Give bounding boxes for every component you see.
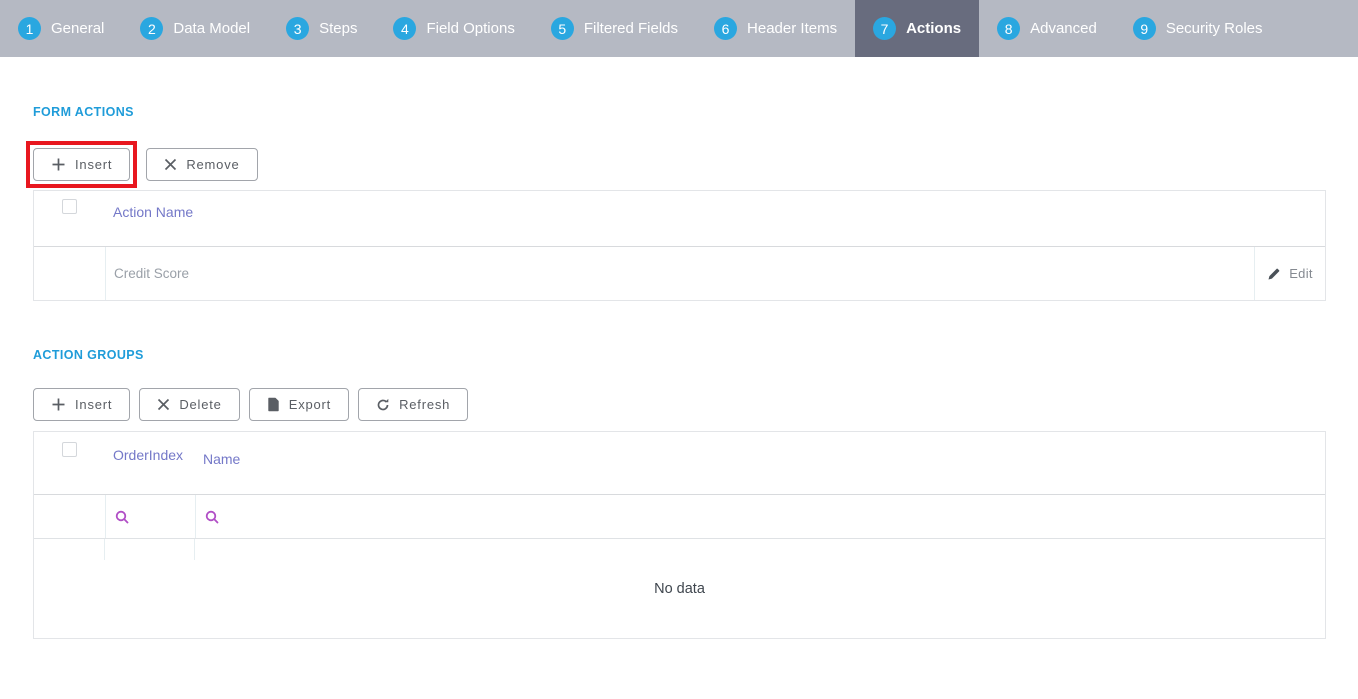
action-groups-export-label: Export (289, 397, 331, 412)
refresh-icon (376, 398, 390, 412)
tab-label: Header Items (747, 20, 837, 37)
header-checkbox-cell (34, 432, 105, 494)
action-groups-heading: ACTION GROUPS (33, 348, 1326, 362)
table-row[interactable]: Credit Score Edit (34, 247, 1325, 300)
tab-label: Actions (906, 20, 961, 37)
action-groups-delete-label: Delete (179, 397, 221, 412)
tab-number-badge: 3 (286, 17, 309, 40)
filter-checkbox-cell (34, 495, 105, 538)
column-header-name[interactable]: Name (195, 432, 240, 494)
action-name-cell: Credit Score (105, 247, 1254, 300)
tab-filtered-fields[interactable]: 5 Filtered Fields (533, 0, 696, 57)
form-actions-table: Action Name Credit Score Edit (33, 190, 1326, 301)
pencil-icon (1267, 267, 1281, 281)
action-groups-refresh-label: Refresh (399, 397, 450, 412)
tab-number-badge: 7 (873, 17, 896, 40)
tab-number-badge: 2 (140, 17, 163, 40)
tab-header-items[interactable]: 6 Header Items (696, 0, 855, 57)
tab-number-badge: 1 (18, 17, 41, 40)
tab-security-roles[interactable]: 9 Security Roles (1115, 0, 1281, 57)
tab-label: Field Options (426, 20, 514, 37)
tab-advanced[interactable]: 8 Advanced (979, 0, 1115, 57)
tab-label: Filtered Fields (584, 20, 678, 37)
tab-steps[interactable]: 3 Steps (268, 0, 375, 57)
actions-panel: FORM ACTIONS Insert Remove Action Name C… (0, 105, 1358, 639)
select-all-checkbox[interactable] (62, 199, 77, 214)
plus-icon (51, 157, 66, 172)
action-groups-refresh-button[interactable]: Refresh (358, 388, 468, 421)
tab-number-badge: 8 (997, 17, 1020, 40)
tab-general[interactable]: 1 General (0, 0, 122, 57)
action-groups-table: OrderIndex Name No data (33, 431, 1326, 639)
select-all-checkbox[interactable] (62, 442, 77, 457)
form-actions-remove-label: Remove (186, 157, 239, 172)
tab-label: Advanced (1030, 20, 1097, 37)
action-groups-table-header: OrderIndex Name (34, 432, 1325, 495)
edit-button-label: Edit (1289, 266, 1313, 281)
tab-actions[interactable]: 7 Actions (855, 0, 979, 57)
form-actions-insert-button[interactable]: Insert (33, 148, 130, 181)
tab-number-badge: 9 (1133, 17, 1156, 40)
annotation-highlight-box: Insert (26, 141, 137, 188)
search-icon (205, 510, 219, 524)
column-divider (104, 539, 105, 560)
action-groups-export-button[interactable]: Export (249, 388, 349, 421)
filter-input-name[interactable] (195, 495, 1325, 538)
filter-row (34, 495, 1325, 539)
column-divider (194, 539, 195, 560)
action-groups-insert-label: Insert (75, 397, 112, 412)
tab-label: General (51, 20, 104, 37)
no-data-message: No data (654, 581, 705, 597)
wizard-tab-bar: 1 General 2 Data Model 3 Steps 4 Field O… (0, 0, 1358, 57)
tab-number-badge: 6 (714, 17, 737, 40)
tab-number-badge: 4 (393, 17, 416, 40)
row-checkbox-cell (34, 247, 105, 300)
form-actions-remove-button[interactable]: Remove (146, 148, 257, 181)
form-actions-toolbar: Insert Remove (33, 141, 1326, 188)
x-icon (157, 398, 170, 411)
form-actions-heading: FORM ACTIONS (33, 105, 1326, 119)
tab-data-model[interactable]: 2 Data Model (122, 0, 268, 57)
search-icon (115, 510, 129, 524)
header-checkbox-cell (34, 191, 105, 246)
form-actions-insert-label: Insert (75, 157, 112, 172)
tab-label: Steps (319, 20, 357, 37)
filter-input-orderindex[interactable] (105, 495, 195, 538)
tab-number-badge: 5 (551, 17, 574, 40)
action-groups-delete-button[interactable]: Delete (139, 388, 239, 421)
empty-data-area: No data (34, 539, 1325, 638)
action-groups-insert-button[interactable]: Insert (33, 388, 130, 421)
form-actions-table-header: Action Name (34, 191, 1325, 247)
column-header-orderindex[interactable]: OrderIndex (105, 432, 195, 494)
column-header-action-name[interactable]: Action Name (105, 191, 193, 246)
tab-label: Security Roles (1166, 20, 1263, 37)
edit-button[interactable]: Edit (1254, 247, 1325, 300)
x-icon (164, 158, 177, 171)
tab-label: Data Model (173, 20, 250, 37)
action-groups-toolbar: Insert Delete Export Refresh (33, 388, 1326, 421)
plus-icon (51, 397, 66, 412)
tab-field-options[interactable]: 4 Field Options (375, 0, 532, 57)
file-icon (267, 397, 280, 412)
